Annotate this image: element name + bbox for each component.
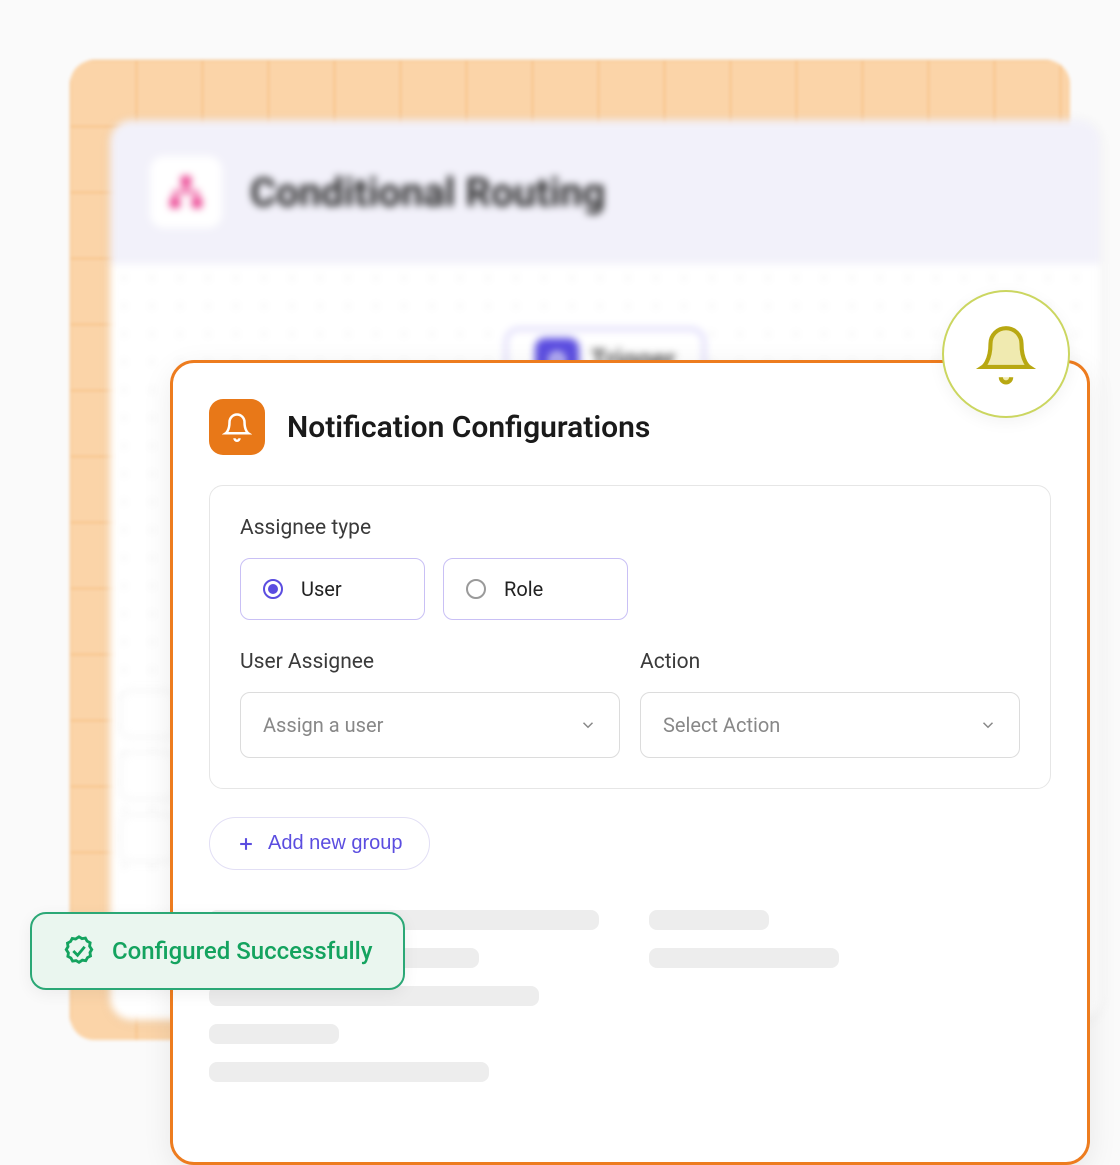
radio-user[interactable]: User [240,558,425,620]
user-assignee-label: User Assignee [240,650,620,674]
plus-icon [236,834,256,854]
success-toast: Configured Successfully [30,912,405,990]
notif-title: Notification Configurations [287,410,650,445]
radio-indicator-selected [263,579,283,599]
chevron-down-icon [579,716,597,734]
fit-button[interactable] [120,752,176,800]
action-label: Action [640,650,1020,674]
toast-message: Configured Successfully [112,937,373,965]
notif-header: Notification Configurations [209,399,1051,455]
action-placeholder: Select Action [663,713,780,737]
routing-header: Conditional Routing [110,120,1100,264]
floating-bell-icon [942,290,1070,418]
add-group-label: Add new group [268,832,403,855]
radio-role-label: Role [504,577,543,601]
config-box: Assignee type User Role User Assignee As… [209,485,1051,789]
routing-title: Conditional Routing [250,169,605,216]
bell-icon [209,399,265,455]
radio-role[interactable]: Role [443,558,628,620]
zoom-button[interactable] [120,690,176,738]
user-assignee-select[interactable]: Assign a user [240,692,620,758]
chevron-down-icon [979,716,997,734]
add-new-group-button[interactable]: Add new group [209,817,430,870]
minus-button[interactable] [120,814,176,862]
assignee-type-label: Assignee type [240,516,1020,540]
radio-user-label: User [301,577,342,601]
canvas-controls [120,690,176,862]
action-select[interactable]: Select Action [640,692,1020,758]
user-assignee-placeholder: Assign a user [263,713,383,737]
notification-configurations-panel: Notification Configurations Assignee typ… [170,360,1090,1165]
routing-hierarchy-icon [150,156,222,228]
radio-indicator [466,579,486,599]
assignee-type-radio-group: User Role [240,558,1020,620]
check-badge-icon [62,934,96,968]
